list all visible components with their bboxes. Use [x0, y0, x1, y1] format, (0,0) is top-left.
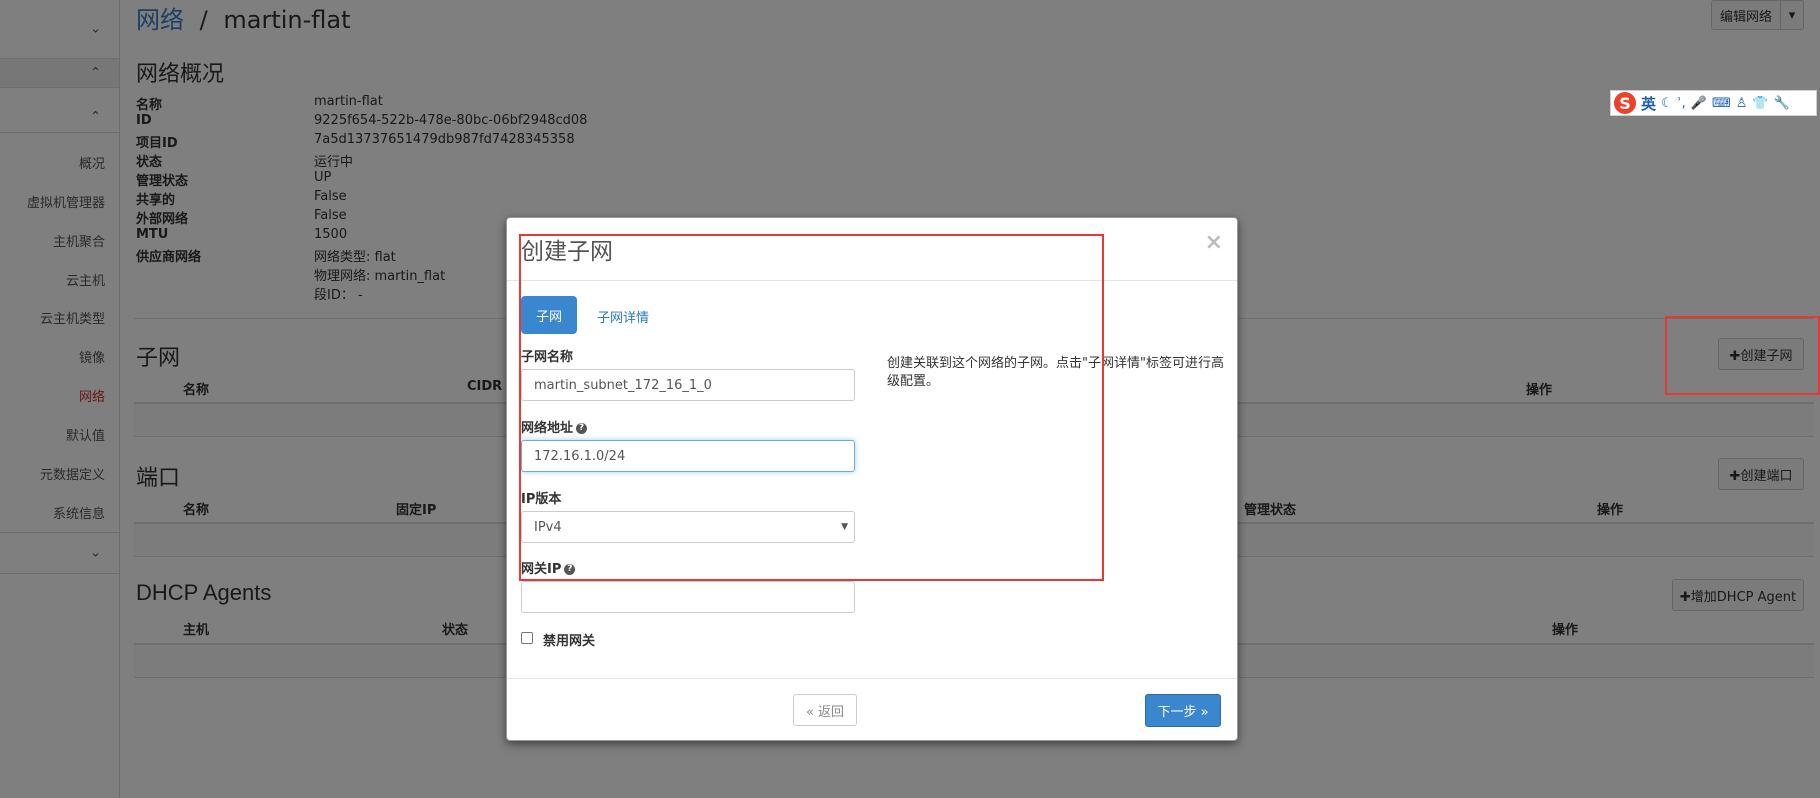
gateway-ip-input[interactable]: [521, 581, 855, 613]
close-icon[interactable]: ×: [1205, 230, 1223, 255]
disable-gateway-label[interactable]: 禁用网关: [543, 630, 595, 649]
subnet-name-label: 子网名称: [521, 350, 574, 365]
modal-title: 创建子网: [521, 239, 613, 265]
gateway-ip-label: 网关IP?: [521, 558, 576, 577]
subnet-name-input[interactable]: martin_subnet_172_16_1_0: [521, 369, 855, 401]
modal-header-divider: [507, 280, 1237, 281]
back-button[interactable]: « 返回: [793, 694, 857, 726]
sogou-logo-icon[interactable]: S: [1614, 92, 1636, 114]
skin-shirt-icon[interactable]: 👕: [1752, 96, 1768, 111]
punctuation-icon[interactable]: ʾ,: [1678, 96, 1686, 111]
modal-footer-divider: [507, 678, 1237, 679]
create-subnet-modal: 创建子网 × 子网 子网详情 子网名称 martin_subnet_172_16…: [506, 217, 1238, 741]
disable-gateway-checkbox[interactable]: [521, 632, 533, 644]
tab-subnet-details[interactable]: 子网详情: [597, 307, 649, 326]
modal-help-text: 创建关联到这个网络的子网。点击"子网详情"标签可进行高级配置。: [887, 356, 1224, 389]
ip-version-select[interactable]: IPv4 ▼: [521, 511, 855, 543]
next-button[interactable]: 下一步 »: [1145, 694, 1221, 727]
keyboard-icon[interactable]: ⌨: [1712, 96, 1731, 111]
network-address-input[interactable]: 172.16.1.0/24: [521, 440, 855, 472]
help-icon[interactable]: ?: [564, 564, 576, 575]
ime-language-toggle[interactable]: 英: [1641, 93, 1656, 114]
ime-toolbar: S 英 ☾ ʾ, 🎤 ⌨ ♙ 👕 🔧: [1610, 90, 1817, 116]
wrench-icon[interactable]: 🔧: [1774, 96, 1790, 111]
microphone-icon[interactable]: 🎤: [1691, 96, 1707, 111]
user-icon[interactable]: ♙: [1736, 96, 1748, 111]
ip-version-label: IP版本: [521, 492, 562, 507]
moon-icon[interactable]: ☾: [1661, 96, 1673, 111]
network-address-label: 网络地址?: [521, 417, 588, 436]
dropdown-arrow-icon: ▼: [841, 522, 848, 532]
tab-subnet[interactable]: 子网: [521, 296, 577, 334]
help-icon[interactable]: ?: [576, 423, 588, 434]
